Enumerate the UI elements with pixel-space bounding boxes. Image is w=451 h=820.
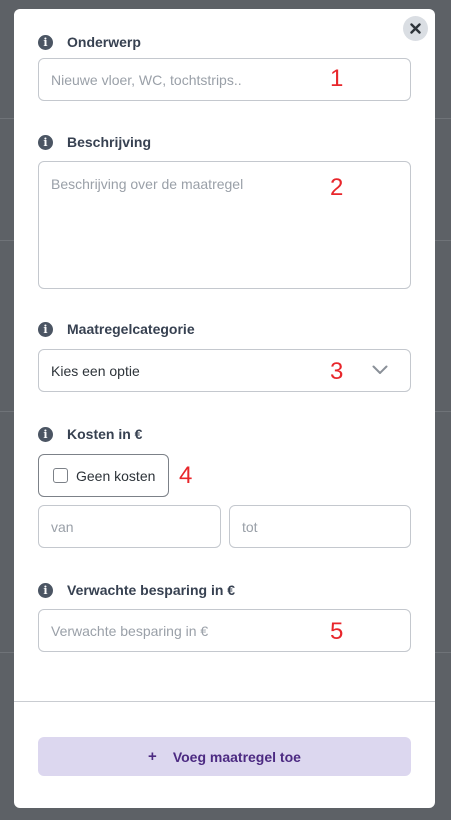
category-select[interactable]: Kies een optie: [38, 349, 411, 392]
description-label: Beschrijving: [67, 134, 152, 150]
add-measure-modal: i Onderwerp Nieuwe vloer, WC, tochtstrip…: [14, 9, 435, 808]
costs-from-input[interactable]: van: [38, 505, 221, 548]
category-label-row: i Maatregelcategorie: [38, 321, 195, 337]
info-icon[interactable]: i: [38, 134, 53, 150]
savings-label-row: i Verwachte besparing in €: [38, 582, 235, 598]
subject-input[interactable]: Nieuwe vloer, WC, tochtstrips..: [38, 58, 411, 101]
no-costs-label: Geen kosten: [76, 467, 156, 484]
annotation-4: 4: [179, 462, 193, 489]
close-icon: [410, 23, 421, 34]
annotation-1: 1: [330, 65, 344, 92]
savings-input[interactable]: Verwachte besparing in €: [38, 609, 411, 652]
add-measure-label: Voeg maatregel toe: [172, 748, 301, 765]
costs-to-placeholder: tot: [242, 518, 258, 535]
no-costs-checkbox[interactable]: [53, 468, 68, 483]
chevron-down-icon: [372, 365, 388, 374]
costs-label: Kosten in €: [67, 426, 143, 442]
costs-label-row: i Kosten in €: [38, 426, 142, 442]
add-measure-button[interactable]: + Voeg maatregel toe: [38, 737, 411, 776]
info-icon[interactable]: i: [38, 321, 53, 337]
close-button[interactable]: [403, 16, 428, 41]
description-placeholder: Beschrijving over de maatregel: [51, 176, 244, 192]
description-textarea[interactable]: Beschrijving over de maatregel: [38, 161, 411, 289]
annotation-2: 2: [330, 174, 344, 201]
info-icon[interactable]: i: [38, 34, 53, 50]
subject-placeholder: Nieuwe vloer, WC, tochtstrips..: [51, 71, 242, 88]
costs-to-input[interactable]: tot: [229, 505, 411, 548]
footer-divider: [14, 701, 435, 702]
savings-label: Verwachte besparing in €: [67, 582, 236, 598]
annotation-5: 5: [330, 618, 344, 645]
subject-label: Onderwerp: [67, 34, 141, 50]
subject-label-row: i Onderwerp: [38, 34, 141, 50]
annotation-3: 3: [330, 358, 344, 385]
category-selected-value: Kies een optie: [51, 362, 140, 379]
info-icon[interactable]: i: [38, 426, 53, 442]
info-icon[interactable]: i: [38, 582, 53, 598]
costs-from-placeholder: van: [51, 518, 74, 535]
no-costs-toggle[interactable]: Geen kosten: [38, 454, 169, 497]
plus-icon: +: [148, 748, 157, 765]
description-label-row: i Beschrijving: [38, 134, 151, 150]
category-label: Maatregelcategorie: [67, 321, 195, 337]
savings-placeholder: Verwachte besparing in €: [51, 622, 209, 639]
